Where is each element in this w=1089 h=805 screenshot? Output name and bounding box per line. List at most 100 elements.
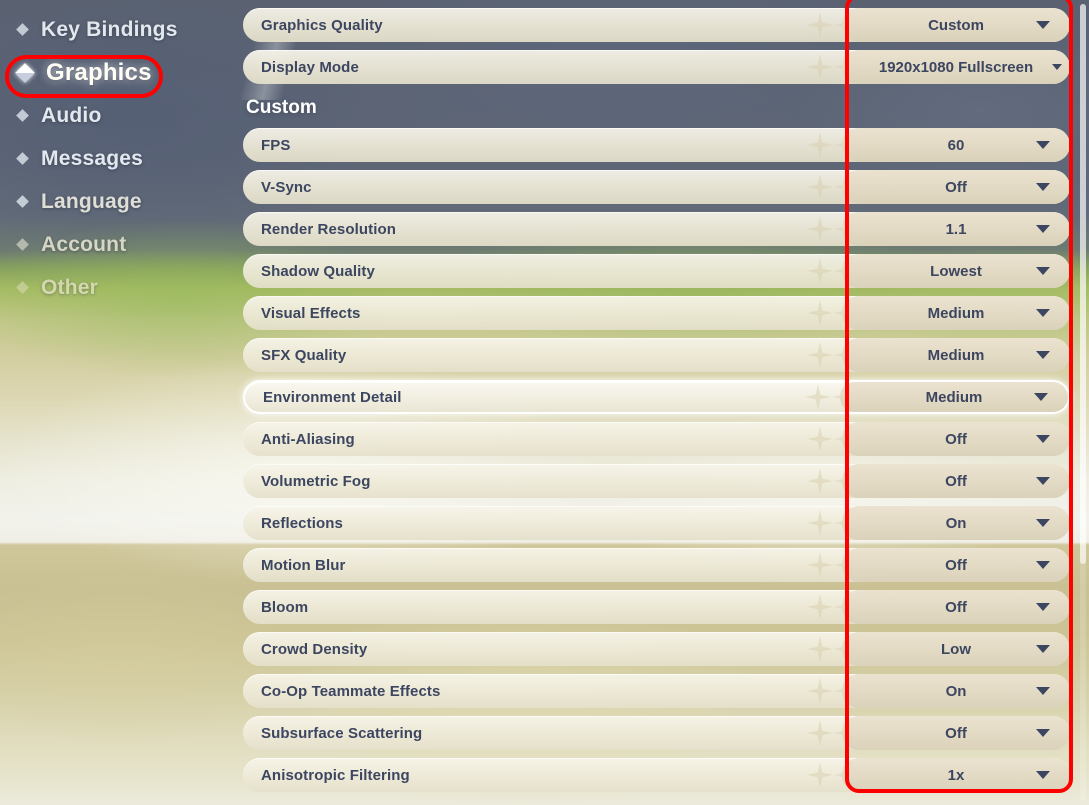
chevron-down-icon[interactable] [1036,225,1050,233]
setting-value-dropdown[interactable]: Low [842,632,1070,666]
setting-value-dropdown[interactable]: 1920x1080 Fullscreen [842,50,1070,84]
setting-row[interactable]: Display Mode 1920x1080 Fullscreen [243,50,1070,84]
setting-value-dropdown[interactable]: Off [842,170,1070,204]
setting-value-dropdown[interactable]: Medium [840,382,1068,412]
setting-value-dropdown[interactable]: Medium [842,338,1070,372]
setting-row[interactable]: Render Resolution 1.1 [243,212,1070,246]
chevron-down-icon[interactable] [1036,645,1050,653]
section-header-custom: Custom [246,97,317,118]
setting-row[interactable]: FPS 60 [243,128,1070,162]
chevron-down-icon[interactable] [1036,687,1050,695]
settings-screen: Key Bindings Graphics Audio Messages Languag… [0,0,1089,805]
setting-label: Volumetric Fog [261,472,371,490]
sparkle-icon [807,300,833,326]
sidebar-item-messages[interactable]: Messages [0,137,240,180]
setting-row[interactable]: V-Sync Off [243,170,1070,204]
sparkle-icon [807,258,833,284]
setting-label: Crowd Density [261,640,368,658]
setting-value-text: Custom [928,16,984,34]
chevron-down-icon[interactable] [1036,183,1050,191]
setting-row[interactable]: Volumetric Fog Off [243,464,1070,498]
setting-value-dropdown[interactable]: Off [842,716,1070,750]
setting-value-dropdown[interactable]: Custom [842,8,1070,42]
setting-label: Shadow Quality [261,262,375,280]
setting-row[interactable]: Anisotropic Filtering 1x [243,758,1070,792]
setting-value-text: Low [941,640,971,658]
setting-value-text: Off [945,556,967,574]
sidebar-item-account[interactable]: Account [0,223,240,266]
setting-label: Subsurface Scattering [261,724,423,742]
chevron-down-icon[interactable] [1036,21,1050,29]
setting-value-dropdown[interactable]: Medium [842,296,1070,330]
setting-value-dropdown[interactable]: Off [842,464,1070,498]
chevron-down-icon[interactable] [1036,477,1050,485]
sparkle-icon [807,132,833,158]
setting-value-dropdown[interactable]: On [842,674,1070,708]
sparkle-icon [807,12,833,38]
chevron-down-icon[interactable] [1036,351,1050,359]
chevron-down-icon[interactable] [1036,771,1050,779]
setting-row[interactable]: Graphics Quality Custom [243,8,1070,42]
setting-label: Motion Blur [261,556,346,574]
setting-value-text: Medium [927,346,985,364]
setting-row[interactable]: Co-Op Teammate Effects On [243,674,1070,708]
setting-value-dropdown[interactable]: On [842,506,1070,540]
setting-value-dropdown[interactable]: Off [842,590,1070,624]
setting-row[interactable]: Visual Effects Medium [243,296,1070,330]
setting-value-dropdown[interactable]: Off [842,548,1070,582]
setting-row[interactable]: Crowd Density Low [243,632,1070,666]
settings-sidebar: Key Bindings Graphics Audio Messages Languag… [0,0,240,805]
setting-value-text: 60 [947,136,965,154]
sidebar-item-label: Messages [41,146,143,170]
sidebar-item-key-bindings[interactable]: Key Bindings [0,8,240,51]
chevron-down-icon[interactable] [1036,561,1050,569]
chevron-down-icon[interactable] [1036,141,1050,149]
setting-value-dropdown[interactable]: Lowest [842,254,1070,288]
setting-row[interactable]: SFX Quality Medium [243,338,1070,372]
setting-row[interactable]: Subsurface Scattering Off [243,716,1070,750]
chevron-down-icon[interactable] [1036,435,1050,443]
setting-label: V-Sync [261,178,312,196]
sparkle-icon [807,174,833,200]
diamond-bullet-icon [15,62,35,83]
scrollbar-track[interactable] [1080,4,1086,801]
scrollbar-thumb[interactable] [1080,4,1086,564]
setting-row[interactable]: Anti-Aliasing Off [243,422,1070,456]
sparkle-icon [807,342,833,368]
diamond-bullet-icon [16,281,29,294]
sparkle-icon [807,762,833,788]
setting-value-dropdown[interactable]: 1.1 [842,212,1070,246]
sidebar-item-graphics[interactable]: Graphics [0,51,240,94]
setting-value-dropdown[interactable]: 60 [842,128,1070,162]
setting-value-text: On [945,514,967,532]
setting-row[interactable]: Motion Blur Off [243,548,1070,582]
chevron-down-icon[interactable] [1052,64,1062,70]
setting-row[interactable]: Bloom Off [243,590,1070,624]
diamond-bullet-icon [16,109,29,122]
settings-list: Graphics Quality Custom Display Mode 1920x1… [243,0,1089,805]
setting-row[interactable]: Reflections On [243,506,1070,540]
sidebar-item-label: Other [41,275,99,299]
chevron-down-icon[interactable] [1036,603,1050,611]
setting-value-text: 1920x1080 Fullscreen [878,58,1034,76]
sidebar-item-audio[interactable]: Audio [0,94,240,137]
setting-value-dropdown[interactable]: Off [842,422,1070,456]
setting-value-dropdown[interactable]: 1x [842,758,1070,792]
sparkle-icon [807,216,833,242]
sidebar-item-label: Audio [41,103,102,127]
setting-label: Environment Detail [263,388,402,406]
chevron-down-icon[interactable] [1036,519,1050,527]
chevron-down-icon[interactable] [1036,729,1050,737]
sparkle-icon [807,510,833,536]
chevron-down-icon[interactable] [1036,267,1050,275]
setting-value-text: Off [945,472,967,490]
sidebar-item-other[interactable]: Other [0,266,240,309]
setting-value-text: Off [945,724,967,742]
sidebar-item-language[interactable]: Language [0,180,240,223]
chevron-down-icon[interactable] [1034,393,1048,401]
diamond-bullet-icon [16,152,29,165]
setting-row[interactable]: Environment Detail Medium [243,380,1070,414]
setting-label: Co-Op Teammate Effects [261,682,441,700]
chevron-down-icon[interactable] [1036,309,1050,317]
setting-row[interactable]: Shadow Quality Lowest [243,254,1070,288]
